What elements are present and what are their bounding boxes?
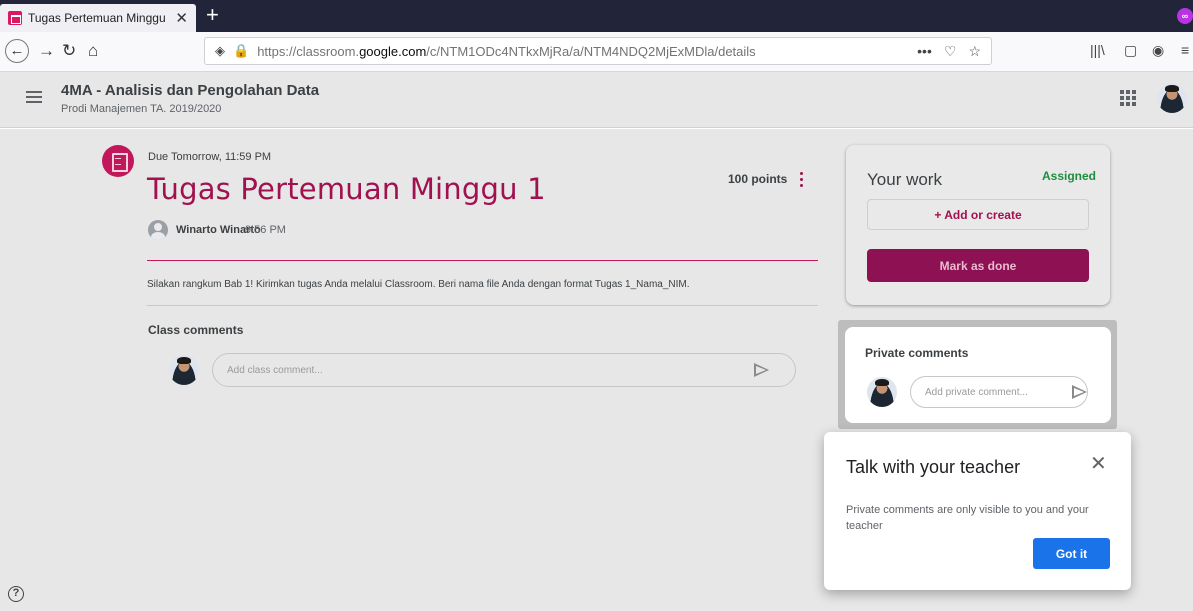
assignment-title: Tugas Pertemuan Minggu 1 bbox=[147, 172, 546, 206]
browser-tab-bar: Tugas Pertemuan Minggu 1 ✕ + ∞ bbox=[0, 0, 1193, 32]
your-work-card: Your work Assigned + Add or create Mark … bbox=[846, 145, 1110, 305]
class-comment-input[interactable] bbox=[212, 353, 796, 387]
library-icon[interactable]: |||\ bbox=[1090, 42, 1105, 58]
private-commenter-avatar bbox=[867, 377, 897, 407]
new-tab-button[interactable]: + bbox=[206, 4, 219, 26]
menu-icon[interactable]: ≡ bbox=[1181, 42, 1189, 58]
dialog-body: Private comments are only visible to you… bbox=[846, 504, 1089, 532]
instructions-divider bbox=[147, 305, 818, 306]
posted-time: 9:56 PM bbox=[245, 224, 286, 236]
sidebar-icon[interactable]: ▢ bbox=[1124, 42, 1137, 59]
home-icon[interactable]: ⌂ bbox=[88, 40, 98, 62]
commenter-avatar bbox=[169, 355, 199, 385]
user-avatar[interactable] bbox=[1157, 83, 1187, 113]
tracking-shield-icon[interactable]: ◈ bbox=[215, 43, 225, 59]
send-private-comment-icon[interactable] bbox=[1072, 385, 1087, 399]
add-or-create-button[interactable]: + Add or create bbox=[867, 199, 1089, 230]
points-label: 100 points bbox=[728, 172, 788, 186]
mark-as-done-button[interactable]: Mark as done bbox=[867, 249, 1089, 282]
help-icon[interactable]: ? bbox=[8, 586, 24, 602]
reload-icon[interactable]: ↻ bbox=[62, 40, 76, 62]
tab-close-icon[interactable]: ✕ bbox=[175, 9, 188, 27]
classroom-header: 4MA - Analisis dan Pengolahan Data Prodi… bbox=[0, 72, 1193, 128]
more-options-icon[interactable] bbox=[800, 172, 804, 190]
dialog-title: Talk with your teacher bbox=[846, 457, 1021, 477]
private-browsing-icon: ∞ bbox=[1177, 8, 1193, 24]
class-name[interactable]: 4MA - Analisis dan Pengolahan Data bbox=[61, 82, 319, 99]
bookmark-star-icon[interactable]: ☆ bbox=[968, 43, 981, 60]
close-icon[interactable]: ✕ bbox=[1090, 454, 1107, 474]
private-comments-card: Private comments bbox=[845, 327, 1111, 423]
google-apps-icon[interactable] bbox=[1120, 90, 1136, 106]
due-date: Due Tomorrow, 11:59 PM bbox=[148, 151, 272, 163]
forward-arrow-icon[interactable]: → bbox=[38, 40, 55, 62]
classroom-favicon-icon bbox=[8, 11, 22, 25]
pocket-icon[interactable]: ♡ bbox=[944, 43, 957, 60]
url-path: /c/NTM1ODc4NTkxMjRa/a/NTM4NDQ2MjExMDla/d… bbox=[426, 43, 756, 59]
tab-title: Tugas Pertemuan Minggu 1 bbox=[28, 11, 170, 25]
browser-nav-bar: ← → ↻ ⌂ ◈ 🔒 https://classroom. google.com… bbox=[0, 32, 1193, 72]
class-comments-heading: Class comments bbox=[148, 323, 244, 337]
lock-icon[interactable]: 🔒 bbox=[233, 43, 249, 59]
title-divider bbox=[147, 260, 818, 261]
url-domain: google.com bbox=[359, 43, 427, 59]
account-icon[interactable]: ◉ bbox=[1152, 42, 1164, 59]
author-avatar bbox=[148, 220, 168, 240]
back-arrow-icon[interactable]: ← bbox=[5, 39, 29, 63]
private-comments-heading: Private comments bbox=[865, 346, 969, 360]
your-work-title: Your work bbox=[867, 170, 942, 189]
send-class-comment-icon[interactable] bbox=[754, 363, 769, 377]
class-section: Prodi Manajemen TA. 2019/2020 bbox=[61, 103, 222, 115]
talk-with-teacher-dialog: Talk with your teacher ✕ Private comment… bbox=[824, 432, 1131, 590]
assignment-instructions: Silakan rangkum Bab 1! Kirimkan tugas An… bbox=[147, 279, 690, 290]
browser-tab[interactable]: Tugas Pertemuan Minggu 1 ✕ bbox=[0, 4, 196, 32]
private-comment-input[interactable] bbox=[910, 376, 1088, 408]
url-bar[interactable]: ◈ 🔒 https://classroom. google.com/c/NTM1O… bbox=[204, 37, 992, 65]
assignment-icon bbox=[102, 145, 134, 177]
url-prefix: https://classroom. bbox=[257, 43, 360, 59]
got-it-button[interactable]: Got it bbox=[1033, 538, 1110, 569]
status-badge: Assigned bbox=[1042, 169, 1097, 183]
hamburger-menu-icon[interactable] bbox=[26, 91, 42, 103]
page-actions-icon[interactable]: ••• bbox=[917, 43, 932, 60]
url-actions: ••• ♡ ☆ bbox=[917, 43, 981, 60]
